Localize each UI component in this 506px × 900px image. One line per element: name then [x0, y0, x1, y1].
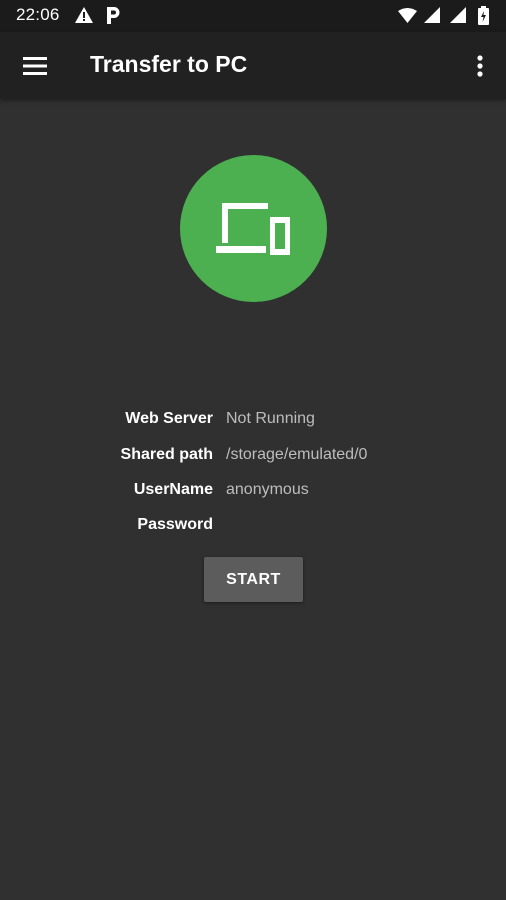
password-row: Password [0, 516, 506, 540]
signal-icon [450, 7, 466, 23]
warning-icon [75, 7, 93, 23]
more-vert-icon [477, 55, 483, 77]
hamburger-menu-button[interactable] [14, 45, 56, 87]
devices-badge [180, 155, 327, 302]
web-server-label: Web Server [125, 410, 213, 427]
start-button[interactable]: START [204, 557, 303, 602]
signal-icon [424, 7, 440, 23]
overflow-menu-button[interactable] [460, 45, 500, 87]
shared-path-row: Shared path /storage/emulated/0 [0, 446, 506, 470]
app-bar: Transfer to PC [0, 32, 506, 99]
username-label: UserName [133, 481, 213, 498]
username-row: UserName anonymous [0, 481, 506, 505]
page-title: Transfer to PC [90, 51, 248, 77]
shared-path-label: Shared path [120, 446, 213, 463]
wifi-icon [398, 8, 417, 23]
devices-icon [215, 202, 290, 255]
password-label: Password [137, 516, 213, 533]
web-server-row: Web Server Not Running [0, 410, 506, 434]
battery-icon [478, 6, 489, 25]
status-time: 22:06 [16, 5, 60, 24]
username-value: anonymous [226, 481, 309, 498]
shared-path-value: /storage/emulated/0 [226, 446, 368, 463]
parking-icon [107, 7, 120, 24]
status-bar: 22:06 [0, 0, 506, 32]
web-server-value: Not Running [226, 410, 315, 427]
hamburger-menu-icon [23, 57, 47, 75]
